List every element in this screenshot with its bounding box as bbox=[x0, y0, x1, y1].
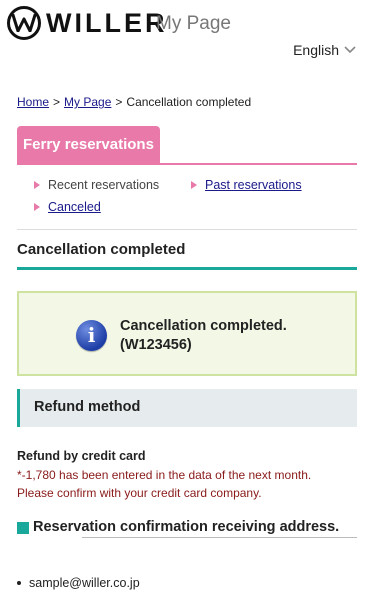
refund-note: *-1,780 has been entered in the data of … bbox=[17, 466, 362, 502]
address-section-underline bbox=[82, 537, 357, 538]
notice-reservation-id: (W123456) bbox=[120, 337, 192, 353]
subnav-item-recent[interactable]: Recent reservations bbox=[34, 178, 159, 192]
chevron-down-icon bbox=[344, 46, 356, 54]
subnav-label: Recent reservations bbox=[48, 178, 160, 192]
subnav-item-canceled[interactable]: Canceled bbox=[34, 200, 101, 214]
page-title: Cancellation completed bbox=[17, 241, 186, 258]
mypage-label: My Page bbox=[156, 13, 231, 34]
tab-ferry-reservations[interactable]: Ferry reservations bbox=[17, 126, 160, 163]
breadcrumb-separator: > bbox=[115, 95, 123, 109]
square-bullet-icon bbox=[17, 522, 29, 534]
language-label: English bbox=[293, 42, 339, 58]
refund-note-line1: *-1,780 has been entered in the data of … bbox=[17, 468, 312, 482]
w-mark-icon bbox=[12, 14, 36, 32]
notice-line1: Cancellation completed. bbox=[120, 318, 287, 334]
breadcrumb-separator: > bbox=[53, 95, 61, 109]
subnav-item-past[interactable]: Past reservations bbox=[191, 178, 302, 192]
tab-underline bbox=[17, 163, 357, 165]
tab-bar: Ferry reservations bbox=[17, 126, 357, 165]
bullet-dot-icon bbox=[17, 581, 21, 585]
subnav-link-past[interactable]: Past reservations bbox=[205, 178, 302, 192]
triangle-bullet-icon bbox=[34, 203, 40, 211]
breadcrumb-home-link[interactable]: Home bbox=[17, 95, 49, 109]
email-address: sample@willer.co.jp bbox=[29, 576, 140, 590]
header: WILLER My Page bbox=[0, 0, 368, 44]
notice-message: Cancellation completed. (W123456) bbox=[120, 317, 287, 355]
breadcrumb: Home > My Page > Cancellation completed bbox=[17, 95, 251, 109]
willer-logo-icon[interactable] bbox=[7, 6, 41, 40]
triangle-bullet-icon bbox=[191, 181, 197, 189]
logo-text[interactable]: WILLER bbox=[46, 8, 167, 38]
language-selector[interactable]: English bbox=[293, 42, 356, 58]
refund-section-header: Refund method bbox=[17, 389, 357, 427]
email-list-item: sample@willer.co.jp bbox=[17, 576, 140, 590]
triangle-bullet-icon bbox=[34, 181, 40, 189]
breadcrumb-mypage-link[interactable]: My Page bbox=[64, 95, 111, 109]
info-icon: i bbox=[76, 320, 107, 351]
subnav-link-canceled[interactable]: Canceled bbox=[48, 200, 101, 214]
refund-note-line2: Please confirm with your credit card com… bbox=[17, 486, 262, 500]
address-section-title: Reservation confirmation receiving addre… bbox=[33, 519, 340, 535]
divider bbox=[17, 229, 357, 230]
refund-method-title: Refund by credit card bbox=[17, 449, 146, 463]
refund-section-title: Refund method bbox=[34, 399, 141, 415]
breadcrumb-current: Cancellation completed bbox=[126, 95, 252, 109]
cancellation-notice: i Cancellation completed. (W123456) bbox=[17, 291, 357, 376]
page-title-underline bbox=[17, 267, 357, 270]
